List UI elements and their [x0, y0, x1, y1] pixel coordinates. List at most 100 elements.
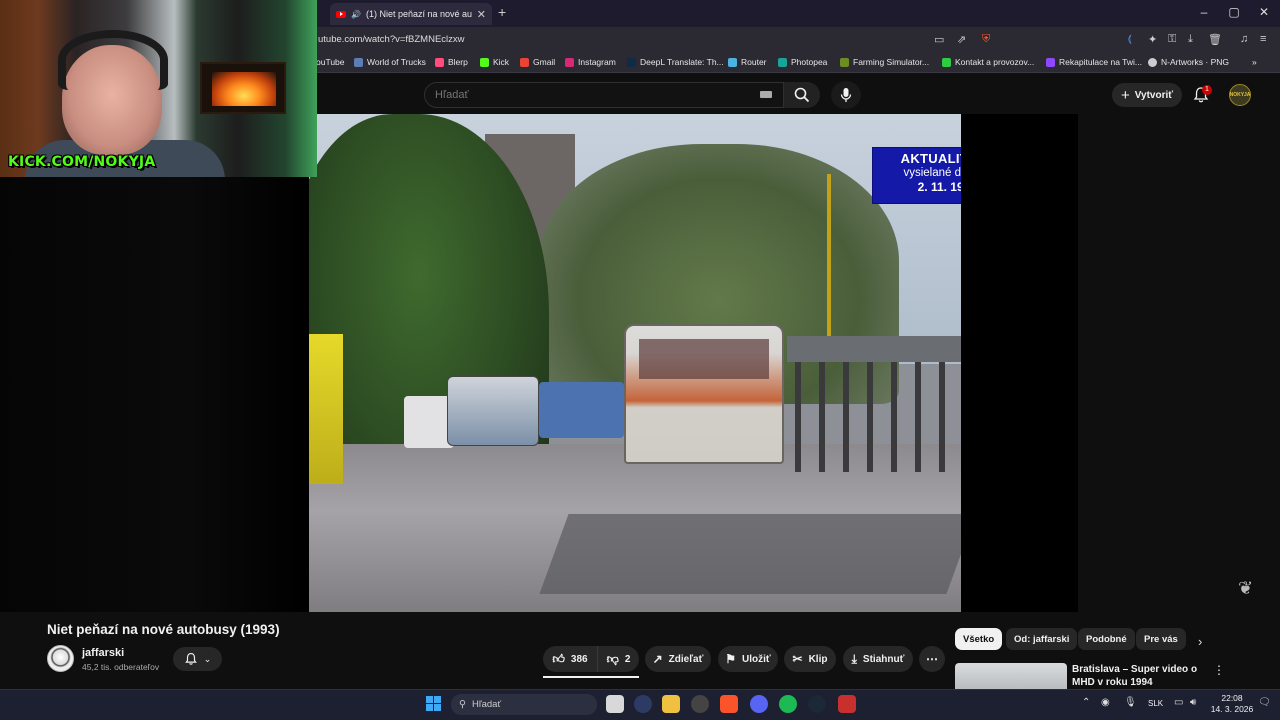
clock-date: 14. 3. 2026 — [1210, 704, 1254, 714]
bookmark-photopea[interactable]: Photopea — [778, 57, 827, 67]
music-icon[interactable]: ♫ — [1240, 33, 1248, 45]
bookmark-blerp[interactable]: Blerp — [435, 57, 468, 67]
tray-mic-icon[interactable]: 🎙︎ — [1124, 697, 1137, 708]
speaker-icon[interactable]: 🔊 — [351, 10, 361, 19]
keyboard-icon[interactable] — [760, 91, 772, 98]
bookmark-n-artworks[interactable]: N-Artworks · PNG — [1148, 57, 1229, 67]
recommended-video-title[interactable]: Bratislava – Super video o MHD v roku 19… — [1072, 663, 1212, 689]
chevron-down-icon: ⌄ — [203, 653, 212, 664]
browser-tab-youtube[interactable]: 🔊 (1) Niet peňazí na nové autob ✕ — [330, 3, 492, 25]
reader-view-icon[interactable]: ▭ — [934, 33, 944, 46]
dislike-button[interactable]: 👎︎ 2 — [597, 646, 639, 672]
bookmark-world-of-trucks[interactable]: World of Trucks — [354, 57, 426, 67]
tray-network-app-icon[interactable]: ◉ — [1101, 697, 1110, 708]
taskbar-search[interactable]: ⚲ Hľadať — [451, 694, 597, 715]
video-bus-blue — [539, 382, 624, 438]
download-icon[interactable]: ⤓ — [1188, 33, 1193, 46]
brave-browser-icon[interactable] — [720, 695, 738, 713]
notification-center-icon[interactable]: 🗨︎ — [1258, 697, 1271, 708]
game-app-icon[interactable] — [838, 695, 856, 713]
tray-volume-icon[interactable]: 🔊︎ — [1190, 697, 1196, 708]
channel-name[interactable]: jaffarski — [82, 647, 124, 659]
minimize-window-button[interactable]: – — [1194, 5, 1214, 19]
webcam-overlay: KICK.COM/NOKYJA — [0, 0, 317, 177]
save-button[interactable]: ⚑ Uložiť — [718, 646, 778, 672]
steam-icon[interactable] — [808, 695, 826, 713]
share-arrow-icon: ↗ — [652, 652, 663, 666]
clip-button[interactable]: ✂ Klip — [784, 646, 836, 672]
input-language[interactable]: SLK — [1148, 699, 1163, 708]
discord-icon[interactable] — [750, 695, 768, 713]
tab-title: (1) Niet peňazí na nové autob — [365, 9, 472, 19]
taskbar-clock[interactable]: 22:08 14. 3. 2026 — [1210, 693, 1254, 715]
chip-from-channel[interactable]: Od: jaffarski — [1006, 628, 1078, 650]
bookmark-gmail[interactable]: Gmail — [520, 57, 555, 67]
webcam-fire — [212, 72, 276, 106]
subscription-bell-button[interactable]: ⌄ — [173, 647, 222, 671]
bookmark-youtube[interactable]: ouTube — [316, 57, 345, 67]
webcam-kick-label: KICK.COM/NOKYJA — [8, 154, 156, 170]
globe-icon — [1148, 57, 1157, 67]
password-key-icon[interactable]: ⚿ — [1168, 33, 1176, 46]
microphone-icon — [840, 88, 852, 102]
tray-display-icon[interactable]: ▭ — [1174, 697, 1183, 708]
more-horizontal-icon: ⋯ — [926, 652, 938, 666]
chip-related[interactable]: Podobné — [1078, 628, 1135, 650]
maximize-window-button[interactable]: ▢ — [1224, 5, 1244, 19]
channel-avatar[interactable] — [47, 645, 74, 672]
account-avatar[interactable]: NOKYJA — [1229, 84, 1251, 106]
url-field[interactable]: utube.com/watch?v=fBZMNEclzxw — [318, 34, 465, 45]
close-tab-icon[interactable]: ✕ — [477, 8, 486, 21]
thumbs-down-icon: 👎︎ — [606, 651, 619, 666]
create-button[interactable]: + Vytvoriť — [1112, 83, 1182, 107]
share-page-icon[interactable]: ⇗ — [957, 33, 966, 46]
share-button[interactable]: ↗ Zdieľať — [645, 646, 711, 672]
more-vertical-icon[interactable]: ⋮ — [1213, 663, 1225, 677]
new-tab-button[interactable]: + — [498, 4, 506, 20]
bell-icon — [184, 652, 197, 665]
brave-shield-icon[interactable]: ⛨ — [982, 33, 990, 46]
more-actions-button[interactable]: ⋯ — [919, 646, 945, 672]
video-player[interactable]: AKTUALITY vysielané dňa: 2. 11. 1993 — [309, 114, 961, 612]
windows-start-icon[interactable] — [426, 696, 441, 711]
blerp-icon — [435, 57, 444, 67]
search-box[interactable] — [424, 82, 784, 108]
app-icon-1[interactable] — [634, 695, 652, 713]
search-button[interactable] — [784, 82, 820, 108]
menu-icon[interactable]: ≡ — [1260, 33, 1266, 45]
bookmark-kontakt[interactable]: Kontakt a provozov... — [942, 57, 1034, 67]
instagram-icon — [565, 57, 574, 67]
video-title: Niet peňazí na nové autobusy (1993) — [47, 622, 280, 637]
bookmark-rekapitulace[interactable]: Rekapitulace na Twi... — [1046, 57, 1142, 67]
media-icon[interactable]: ⦅ — [1128, 33, 1132, 46]
news-caption-box: AKTUALITY vysielané dňa: 2. 11. 1993 — [872, 147, 961, 204]
close-window-button[interactable]: ✕ — [1254, 5, 1274, 19]
bookmark-icon: ⚑ — [725, 652, 737, 666]
obs-icon[interactable] — [691, 695, 709, 713]
bookmark-router[interactable]: Router — [728, 57, 767, 67]
chip-for-you[interactable]: Pre vás — [1136, 628, 1186, 650]
voice-search-button[interactable] — [831, 81, 861, 109]
bookmark-deepl[interactable]: DeepL Translate: Th... — [627, 57, 724, 67]
twitch-icon — [1046, 57, 1055, 67]
trash-icon[interactable]: 🗑 — [1208, 33, 1222, 46]
like-button[interactable]: 👍︎ 386 — [543, 646, 597, 672]
task-view-icon[interactable] — [606, 695, 624, 713]
notification-count-badge: 1 — [1202, 85, 1212, 95]
extensions-icon[interactable]: ✦ — [1148, 33, 1157, 46]
tray-chevron-icon[interactable]: ⌃ — [1082, 697, 1090, 708]
download-button[interactable]: ⤓ Stiahnuť — [843, 646, 913, 672]
player-overlay-icon[interactable]: ❦ — [1238, 578, 1253, 599]
bookmark-instagram[interactable]: Instagram — [565, 57, 616, 67]
file-explorer-icon[interactable] — [662, 695, 680, 713]
bookmark-kick[interactable]: Kick — [480, 57, 509, 67]
search-input[interactable] — [435, 89, 735, 101]
search-icon: ⚲ — [459, 699, 466, 710]
chip-all[interactable]: Všetko — [955, 628, 1003, 650]
recommended-video-thumbnail[interactable] — [955, 663, 1067, 689]
chevron-right-icon[interactable]: › — [1198, 634, 1202, 649]
news-caption-title: AKTUALITY — [900, 151, 961, 166]
spotify-icon[interactable] — [779, 695, 797, 713]
more-bookmarks-icon[interactable]: » — [1252, 57, 1257, 67]
bookmark-farming-simulator[interactable]: Farming Simulator... — [840, 57, 929, 67]
